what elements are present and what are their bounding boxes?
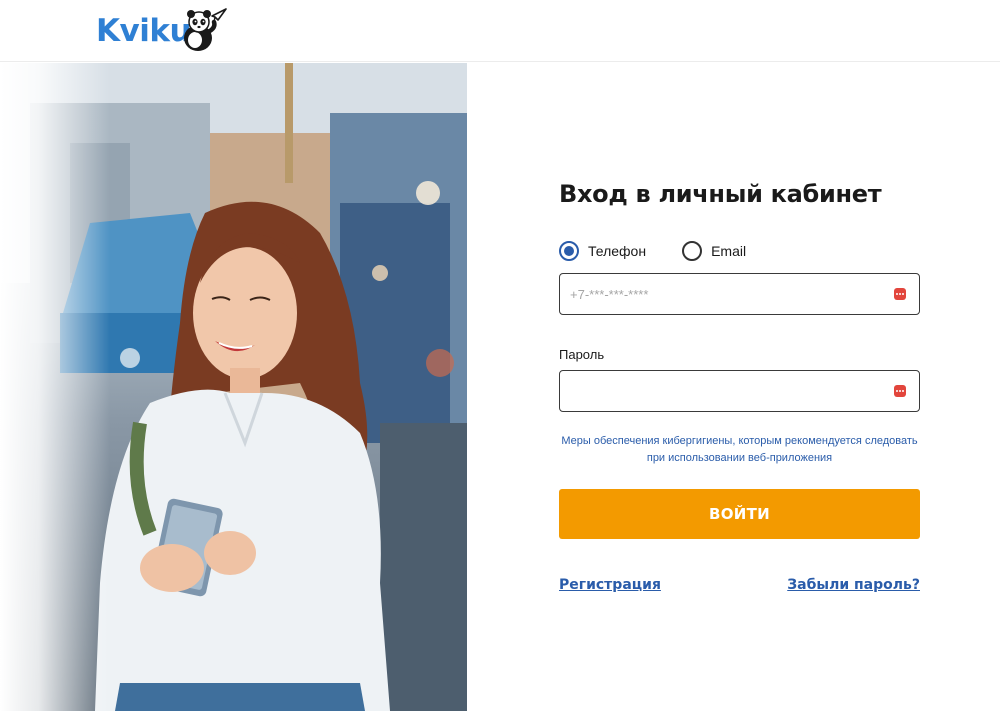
radio-unchecked-icon[interactable] [682, 241, 703, 261]
header: Kviku [0, 0, 1000, 62]
forgot-password-link[interactable]: Забыли пароль? [787, 577, 920, 593]
phone-input[interactable] [560, 274, 870, 314]
login-type-email-label: Email [711, 243, 747, 259]
password-manager-icon[interactable] [894, 288, 906, 300]
phone-field[interactable] [559, 273, 920, 315]
hero-photo [0, 63, 467, 711]
login-type-selector: Телефон Email [559, 240, 746, 262]
login-type-phone-radio[interactable]: Телефон [559, 241, 646, 261]
logo-text: Kviku [96, 12, 192, 49]
register-link[interactable]: Регистрация [559, 577, 661, 593]
password-input[interactable] [560, 371, 870, 411]
login-type-phone-label: Телефон [588, 243, 647, 259]
login-button[interactable]: ВОЙТИ [559, 489, 920, 539]
password-manager-icon[interactable] [894, 385, 906, 397]
panda-mascot-icon [184, 8, 227, 51]
hero-fade [0, 63, 110, 711]
cyber-hygiene-link[interactable]: Меры обеспечения кибергигиены, которым р… [559, 433, 920, 467]
radio-checked-icon[interactable] [559, 241, 579, 261]
kviku-logo[interactable]: Kviku [96, 6, 227, 56]
page-title: Вход в личный кабинет [559, 180, 882, 208]
login-type-email-radio[interactable]: Email [682, 241, 746, 261]
password-field[interactable] [559, 370, 920, 412]
password-label: Пароль [559, 347, 605, 362]
